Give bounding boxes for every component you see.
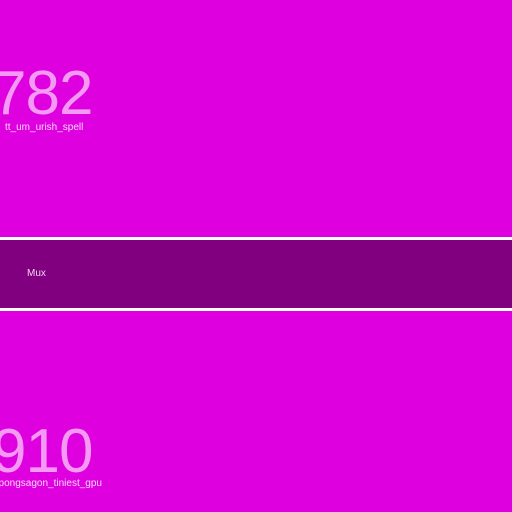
bottom-design-panel[interactable]: 910 _pongsagon_tiniest_gpu <box>0 311 512 512</box>
bottom-design-name: _pongsagon_tiniest_gpu <box>0 478 102 489</box>
bottom-design-number: 910 <box>0 417 93 486</box>
mux-label: Mux <box>27 268 46 279</box>
top-design-panel[interactable]: 782 tt_um_urish_spell <box>0 0 512 237</box>
top-design-number: 782 <box>0 59 93 128</box>
screen: 782 tt_um_urish_spell Mux 910 _pongsagon… <box>0 0 512 512</box>
top-design-name: tt_um_urish_spell <box>5 122 84 133</box>
mux-bar[interactable]: Mux <box>0 240 512 308</box>
